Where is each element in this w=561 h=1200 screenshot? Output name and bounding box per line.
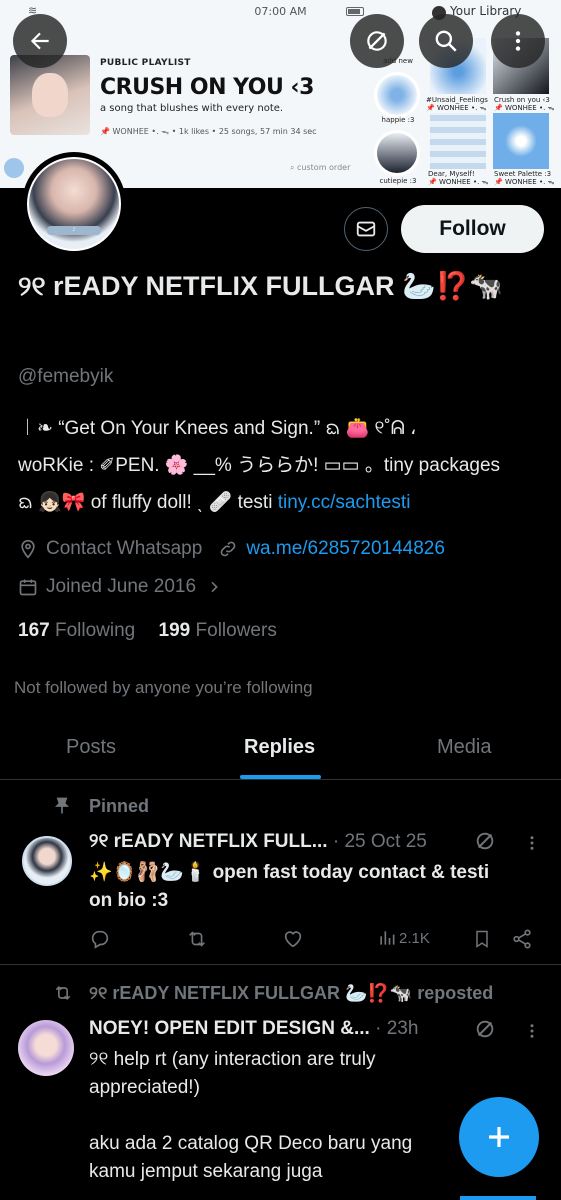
- library-item-dear-myself: Dear, Myself! 📌 WONHEE •. ᯓ: [428, 170, 489, 186]
- tab-replies[interactable]: Replies: [244, 736, 315, 759]
- share-icon: [513, 929, 531, 949]
- more-vertical-icon[interactable]: [523, 833, 541, 853]
- bio-link[interactable]: tiny.cc/sachtesti: [278, 492, 411, 513]
- arrow-left-icon: [30, 32, 49, 50]
- following-link[interactable]: 167 Following: [18, 620, 135, 641]
- bio-line-2: woRKie : ✐PEN. 🌸 __% うららか! ▭▭ 。tiny pack…: [18, 455, 501, 476]
- plus-icon: [489, 1127, 509, 1147]
- repost-context[interactable]: ୨୧ rEADY NETFLIX FULLGAR 🦢⁉️🐄 reposted: [89, 983, 493, 1004]
- views-count: 2.1K: [399, 929, 430, 947]
- tweet-author[interactable]: ୨୧ rEADY NETFLIX FULL... · 25 Oct 25: [89, 831, 427, 853]
- bottom-indicator: [460, 1196, 536, 1200]
- status-bar: ≋ 07:00 AM Your Library: [0, 0, 561, 22]
- repost-icon: [55, 985, 71, 1001]
- bookmark-icon: [476, 930, 488, 948]
- library-item-cutiepie: cutiepie :3: [379, 177, 417, 185]
- library-item-sweet-palette: Sweet Palette :3 📌 WONHEE •. ᯓ: [494, 170, 555, 186]
- bio-line-1: ︱❧ “Get On Your Knees and Sign.” ᨳ 👛 ୧˚ᕱ…: [18, 418, 417, 439]
- tab-posts[interactable]: Posts: [66, 736, 116, 759]
- tweet-divider: [0, 964, 561, 965]
- reply-icon: [91, 930, 109, 949]
- library-item-happie: happie :3: [381, 116, 415, 124]
- pinned-label: Pinned: [89, 796, 150, 816]
- joined-row[interactable]: Joined June 2016: [18, 576, 230, 598]
- more-vertical-icon[interactable]: [523, 1021, 541, 1041]
- profile-tabs: Posts Replies Media: [0, 716, 561, 780]
- tweet-avatar[interactable]: [22, 836, 72, 886]
- envelope-icon: [356, 221, 376, 237]
- library-item-cutiepie-cover: [374, 130, 420, 176]
- more-button[interactable]: [491, 14, 545, 68]
- repost-button[interactable]: [186, 928, 208, 950]
- follow-counts: 167 Following 199 Followers: [18, 620, 277, 642]
- heart-icon: [284, 931, 302, 948]
- joined-text: Joined June 2016: [46, 576, 197, 597]
- display-name: ୨୧ rEADY NETFLIX FULLGAR 🦢⁉️🐄: [18, 271, 503, 301]
- back-button[interactable]: [13, 14, 67, 68]
- share-button[interactable]: [511, 928, 533, 950]
- playlist-meta: 📌 WONHEE •. ᯓ • 1k likes • 25 songs, 57 …: [100, 127, 317, 136]
- tab-media[interactable]: Media: [437, 736, 491, 759]
- compose-button[interactable]: [459, 1097, 539, 1177]
- avatar-tag: ♪: [47, 226, 101, 235]
- active-tab-indicator: [240, 775, 321, 779]
- grok-icon[interactable]: [474, 1018, 496, 1040]
- bookmark-button[interactable]: [472, 928, 492, 950]
- website-link[interactable]: wa.me/6285720144826: [246, 538, 445, 560]
- bio-line-3: ᨳ 👧🏻🎀 of fluffy doll! ˎ 🩹 testi tiny.cc/…: [18, 492, 411, 513]
- play-icon[interactable]: [4, 158, 24, 178]
- location-text: Contact Whatsapp: [46, 538, 203, 559]
- bio: ︱❧ “Get On Your Knees and Sign.” ᨳ 👛 ୧˚ᕱ…: [18, 410, 548, 521]
- library-item-crush: Crush on you ‹3 📌 WONHEE •. ᯓ: [494, 96, 555, 112]
- location-row: Contact Whatsapp wa.me/6285720144826: [18, 538, 445, 560]
- library-item-happie-cover: [374, 72, 420, 118]
- calendar-icon: [19, 579, 37, 596]
- link-icon: [220, 541, 236, 557]
- custom-order-label: ⌕ custom order: [290, 163, 351, 172]
- tweet-avatar[interactable]: [18, 1020, 74, 1076]
- grok-button[interactable]: [350, 14, 404, 68]
- more-vertical-icon: [515, 31, 521, 51]
- not-followed-text: Not followed by anyone you’re following: [14, 678, 313, 697]
- battery-icon: [346, 7, 364, 16]
- followers-link[interactable]: 199 Followers: [159, 620, 277, 641]
- location-pin-icon: [21, 539, 35, 559]
- library-item-sweet-palette-cover: [493, 113, 549, 169]
- grok-icon: [367, 31, 387, 51]
- tweet-author[interactable]: NOEY! OPEN EDIT DESIGN &... · 23h: [89, 1018, 418, 1040]
- views-icon: [380, 931, 395, 945]
- library-item-unsaid: #Unsaid_Feelings 📌 WONHEE •. ᯓ: [426, 96, 488, 112]
- playlist-title: CRUSH ON YOU ‹3: [100, 75, 314, 100]
- like-button[interactable]: [282, 928, 304, 950]
- pin-icon: [54, 797, 70, 814]
- handle: @femebyik: [18, 366, 114, 387]
- avatar[interactable]: ♪: [27, 157, 121, 251]
- playlist-description: a song that blushes with every note.: [100, 103, 284, 114]
- search-button[interactable]: [419, 14, 473, 68]
- message-button[interactable]: [344, 207, 388, 251]
- library-item-dear-myself-cover: [430, 113, 486, 169]
- follow-button[interactable]: Follow: [401, 205, 544, 253]
- repost-icon: [189, 931, 205, 947]
- playlist-label: PUBLIC PLAYLIST: [100, 58, 191, 68]
- views-button[interactable]: 2.1K: [377, 928, 430, 948]
- chevron-right-icon: [211, 581, 218, 593]
- reply-button[interactable]: [89, 928, 111, 950]
- grok-icon[interactable]: [474, 830, 496, 852]
- playlist-cover: [10, 55, 90, 135]
- search-icon: [435, 30, 457, 52]
- tweet-text: ✨🪞🩰🦢🕯️ open fast today contact & testi o…: [89, 862, 490, 911]
